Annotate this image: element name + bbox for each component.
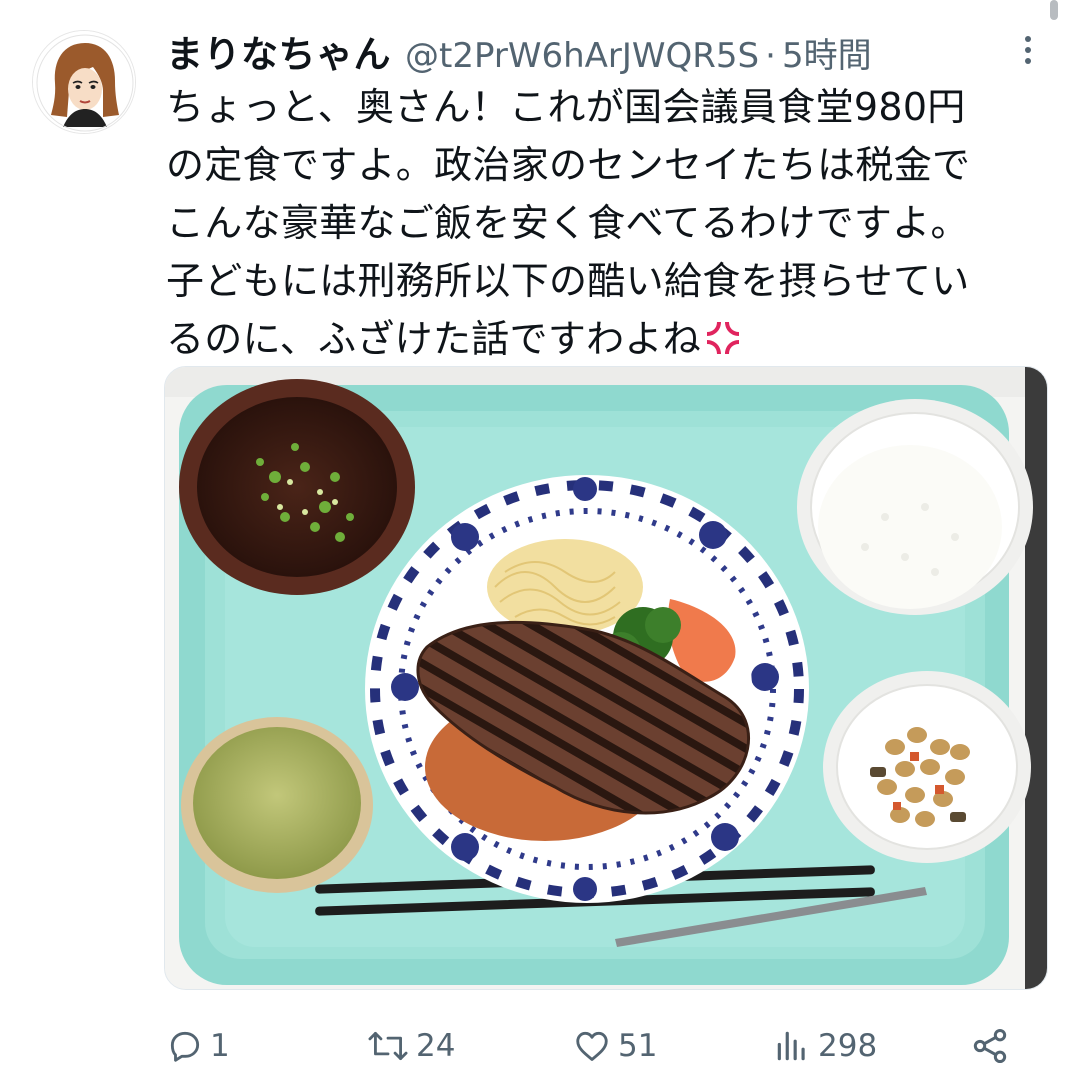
retweet-button[interactable]: 24 [366,1016,455,1076]
reply-button[interactable]: 1 [166,1016,230,1076]
meal-photo [165,367,1047,989]
anger-symbol-icon [707,322,740,354]
tweet-text-line: こんな豪華なご飯を安く食べてるわけですよ。 [166,201,969,245]
heart-icon [576,1031,608,1061]
tweet-header: まりなちゃん @t2PrW6hArJWQR5S · 5時間 [166,24,872,77]
display-name[interactable]: まりなちゃん [166,24,391,78]
more-options-button[interactable] [1008,30,1048,70]
timestamp[interactable]: 5時間 [782,28,872,77]
avatar[interactable] [32,30,136,134]
tweet-text: ちょっと、奥さん！これが国会議員食堂980円 の定食ですよ。政治家のセンセイたち… [166,78,1056,368]
like-count: 51 [618,1028,658,1064]
retweet-icon [368,1032,408,1060]
like-button[interactable]: 51 [572,1016,657,1076]
more-dot-icon [1025,58,1031,64]
more-dot-icon [1025,47,1031,53]
tweet-text-line-last: るのに、ふざけた話ですわよね [166,310,1056,368]
reply-icon [170,1031,200,1062]
separator-dot: · [765,36,776,76]
reply-count: 1 [210,1028,230,1064]
tweet-photo[interactable] [164,366,1048,990]
tweet-text-line: 子どもには刑務所以下の酷い給食を摂らせてい [166,259,970,303]
avatar-illustration [33,31,135,133]
views-count: 298 [818,1028,878,1064]
retweet-count: 24 [416,1028,456,1064]
tweet-text-line: の定食ですよ。政治家のセンセイたちは税金で [166,143,971,187]
more-dot-icon [1025,36,1031,42]
tweet-text-line: るのに、ふざけた話ですわよね [166,317,702,361]
share-icon [973,1029,1007,1063]
tweet-text-line: ちょっと、奥さん！これが国会議員食堂980円 [166,85,966,129]
share-button[interactable] [970,1016,1010,1076]
scroll-indicator[interactable] [1050,0,1058,20]
views-button[interactable]: 298 [772,1016,877,1076]
analytics-icon [777,1031,805,1061]
user-handle[interactable]: @t2PrW6hArJWQR5S [405,36,759,76]
tweet-action-bar: 1 24 51 298 [166,1016,1050,1076]
